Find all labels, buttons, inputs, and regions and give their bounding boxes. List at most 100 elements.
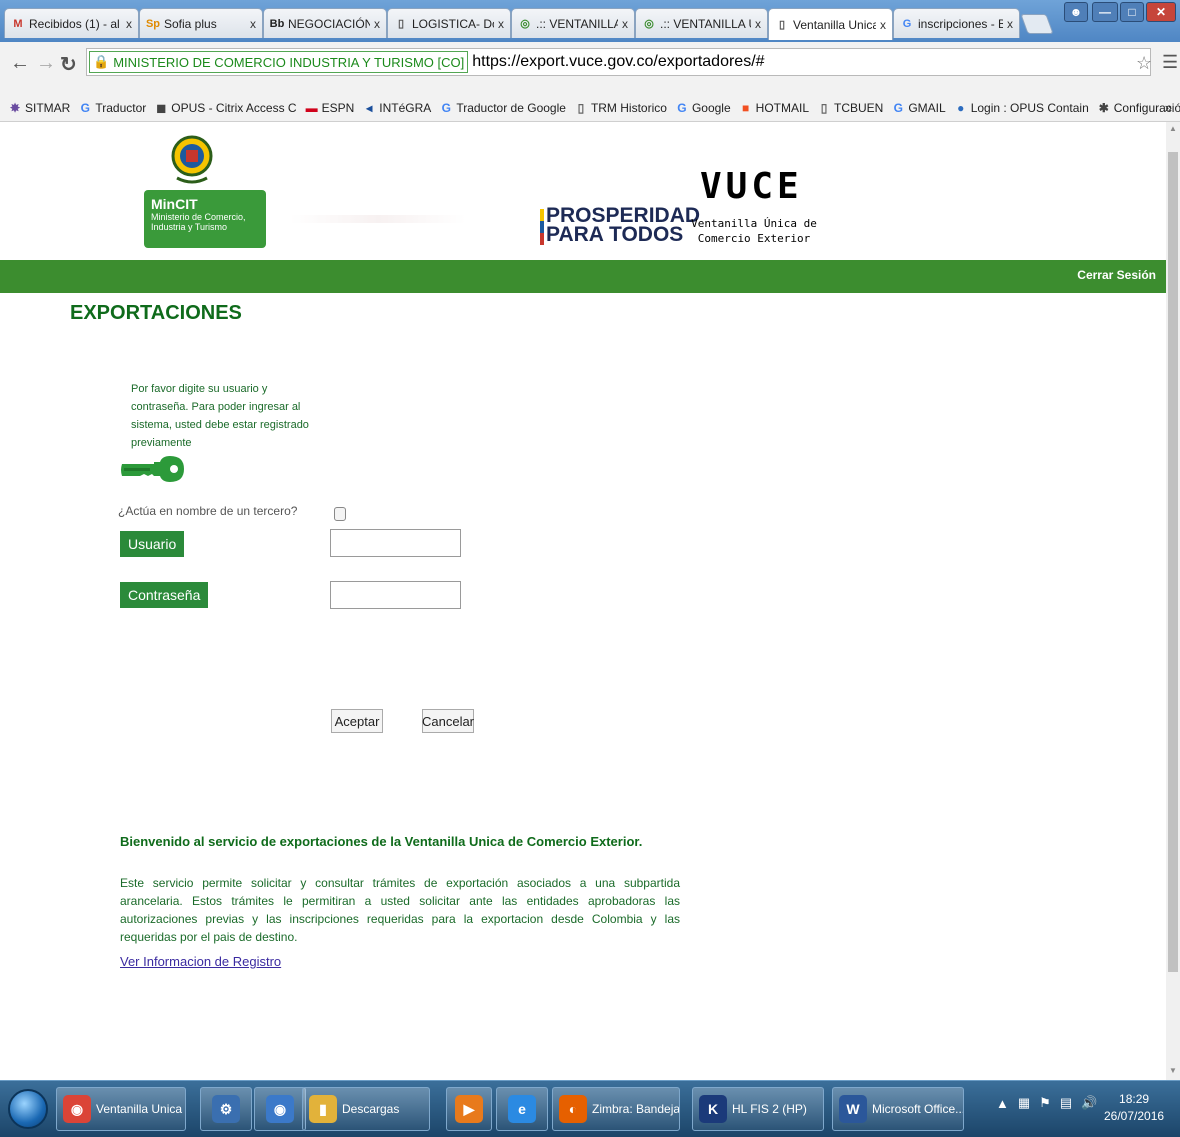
user-input[interactable] xyxy=(330,529,461,557)
tab-close-icon[interactable]: x xyxy=(374,17,380,31)
prosperidad-para-todos-logo: PROSPERIDAD PARA TODOS xyxy=(540,205,700,245)
bookmark-traductor-de-google[interactable]: G Traductor de Google xyxy=(439,101,566,115)
bookmark-label: Traductor xyxy=(95,100,147,115)
bookmark-label: TCBUEN xyxy=(834,100,884,115)
tab-close-icon[interactable]: x xyxy=(622,17,628,31)
document-icon: ▯ xyxy=(778,19,786,31)
bookmark-hotmail[interactable]: ■ HOTMAIL xyxy=(739,101,809,115)
bookmark-login-opus-contain[interactable]: ● Login : OPUS Contain xyxy=(954,101,1089,115)
new-tab-button[interactable] xyxy=(1020,14,1054,34)
bookmark-opus-citrix-access-c[interactable]: ◼ OPUS - Citrix Access C xyxy=(154,101,296,115)
system-clock[interactable]: 18:29 26/07/2016 xyxy=(1104,1091,1164,1125)
gear-icon: ✱ xyxy=(1098,100,1109,115)
google-icon: G xyxy=(80,100,91,115)
bookmark-trm-historico[interactable]: ▯ TRM Historico xyxy=(574,101,667,115)
page-scrollbar[interactable]: ▲ ▼ xyxy=(1166,122,1180,1080)
taskbar-item-network[interactable]: ⚙ xyxy=(200,1087,252,1131)
citrix-icon: ◼ xyxy=(156,100,167,115)
password-input[interactable] xyxy=(330,581,461,609)
bookmark-espn[interactable]: ▬ ESPN xyxy=(305,101,355,115)
bookmark-int-gra[interactable]: ◂ INTéGRA xyxy=(362,101,431,115)
tab-negociacion[interactable]: Bb NEGOCIACIÓN II x xyxy=(263,8,387,38)
document-icon: ▯ xyxy=(397,18,405,30)
taskbar-item-chrome[interactable]: ◉ xyxy=(254,1087,306,1131)
tab-close-icon[interactable]: x xyxy=(1007,17,1013,31)
media-player-icon: ▶ xyxy=(455,1095,483,1123)
windows-flag-icon[interactable]: ▦ xyxy=(1018,1095,1030,1111)
registration-info-link[interactable]: Ver Informacion de Registro xyxy=(120,954,281,969)
gmail-icon: M xyxy=(13,17,23,30)
taskbar-item-media-player[interactable]: ▶ xyxy=(446,1087,492,1131)
scroll-down-icon[interactable]: ▼ xyxy=(1169,1066,1177,1075)
url-text[interactable]: https://export.vuce.gov.co/exportadores/… xyxy=(472,53,764,71)
google-translate-icon: G xyxy=(441,100,451,115)
vuce-logo-title: VUCE xyxy=(700,166,803,207)
taskbar-item-hapag-lloyd[interactable]: K HL FIS 2 (HP) xyxy=(692,1087,824,1131)
third-party-checkbox[interactable] xyxy=(334,507,346,521)
taskbar-item-word[interactable]: W Microsoft Office... xyxy=(832,1087,964,1131)
chrome-menu-icon[interactable]: ☰ xyxy=(1162,52,1178,73)
volume-icon[interactable]: 🔊 xyxy=(1081,1095,1097,1111)
tab-ventanilla-1[interactable]: ◎ .:: VENTANILLA Ú x xyxy=(511,8,635,38)
address-bar[interactable]: 🔒 MINISTERIO DE COMERCIO INDUSTRIA Y TUR… xyxy=(86,48,1151,76)
tab-logistica[interactable]: ▯ LOGISTICA- Docu x xyxy=(387,8,511,38)
bookmark-label: Traductor de Google xyxy=(456,100,566,115)
bookmark-gmail[interactable]: G GMAIL xyxy=(891,101,946,115)
accept-button[interactable]: Aceptar xyxy=(331,709,383,733)
tab-close-icon[interactable]: x xyxy=(880,18,886,32)
bookmark-sitmar[interactable]: ✸ SITMAR xyxy=(8,101,70,115)
minimize-button[interactable]: — xyxy=(1092,2,1118,22)
third-party-label: ¿Actúa en nombre de un tercero? xyxy=(118,504,298,518)
bookmarks-overflow-icon[interactable]: » xyxy=(1165,100,1172,115)
bookmark-star-icon[interactable]: ☆ xyxy=(1136,53,1152,74)
bookmark-label: OPUS - Citrix Access C xyxy=(171,100,297,115)
scroll-up-icon[interactable]: ▲ xyxy=(1169,124,1177,133)
reload-icon[interactable]: ↻ xyxy=(60,52,77,77)
bookmark-label: INTéGRA xyxy=(379,100,432,115)
taskbar-item-firefox[interactable]: ◐ Zimbra: Bandeja ... xyxy=(552,1087,680,1131)
tab-close-icon[interactable]: x xyxy=(755,17,761,31)
hapag-lloyd-icon: K xyxy=(699,1095,727,1123)
chrome-icon: ◉ xyxy=(266,1095,294,1123)
tab-gmail[interactable]: M Recibidos (1) - al x xyxy=(4,8,139,38)
back-arrow-icon[interactable]: ← xyxy=(10,52,30,75)
user-label: Usuario xyxy=(120,531,185,557)
seal-icon: ◎ xyxy=(644,18,654,30)
taskbar-item-chrome[interactable]: ◉ Ventanilla Unica d... xyxy=(56,1087,186,1131)
tab-close-icon[interactable]: x xyxy=(126,17,132,31)
browser-tab-strip: M Recibidos (1) - al x Sp Sofia plus x B… xyxy=(0,0,1180,42)
maximize-button[interactable]: □ xyxy=(1120,2,1144,22)
scroll-thumb[interactable] xyxy=(1168,152,1178,972)
word-icon: W xyxy=(839,1095,867,1123)
network-icon[interactable]: ▤ xyxy=(1060,1095,1072,1111)
bookmark-tcbuen[interactable]: ▯ TCBUEN xyxy=(817,100,884,115)
tab-ventanilla-unica-active[interactable]: ▯ Ventanilla Unica x xyxy=(768,8,893,40)
tab-ventanilla-2[interactable]: ◎ .:: VENTANILLA Ú x xyxy=(635,8,768,38)
tab-close-icon[interactable]: x xyxy=(498,17,504,31)
tab-close-icon[interactable]: x xyxy=(250,17,256,31)
bookmark-traductor[interactable]: G Traductor xyxy=(78,100,147,115)
tab-inscripciones[interactable]: G inscripciones - B x xyxy=(893,8,1020,38)
cancel-button[interactable]: Cancelar xyxy=(422,709,474,733)
forward-arrow-icon[interactable]: → xyxy=(36,52,56,75)
sitmar-icon: ✸ xyxy=(9,100,21,115)
lock-icon: 🔒 xyxy=(93,54,110,69)
security-indicator[interactable]: 🔒 MINISTERIO DE COMERCIO INDUSTRIA Y TUR… xyxy=(89,51,469,73)
taskbar-item-folder[interactable]: ▮ Descargas xyxy=(302,1087,430,1131)
seal-icon: ◎ xyxy=(520,18,530,30)
bookmark-label: Login : OPUS Contain xyxy=(970,100,1089,115)
show-hidden-icons-icon[interactable]: ▲ xyxy=(996,1096,1009,1111)
action-center-flag-icon[interactable]: ⚑ xyxy=(1039,1095,1051,1111)
taskbar-item-internet-explorer[interactable]: e xyxy=(496,1087,548,1131)
close-window-button[interactable]: ✕ xyxy=(1146,2,1176,22)
tab-sofia-plus[interactable]: Sp Sofia plus x xyxy=(139,8,263,38)
windows-start-button[interactable] xyxy=(8,1089,48,1129)
page-title: EXPORTACIONES xyxy=(70,302,242,324)
logout-link[interactable]: Cerrar Sesión xyxy=(1077,268,1156,282)
user-profile-icon[interactable]: ☻ xyxy=(1064,2,1088,22)
header-divider xyxy=(290,215,466,223)
bookmark-google[interactable]: G Google xyxy=(675,101,730,115)
chrome-icon: ◉ xyxy=(63,1095,91,1123)
taskbar-item-label: Microsoft Office... xyxy=(872,1102,964,1116)
bookmark-label: HOTMAIL xyxy=(755,100,809,115)
